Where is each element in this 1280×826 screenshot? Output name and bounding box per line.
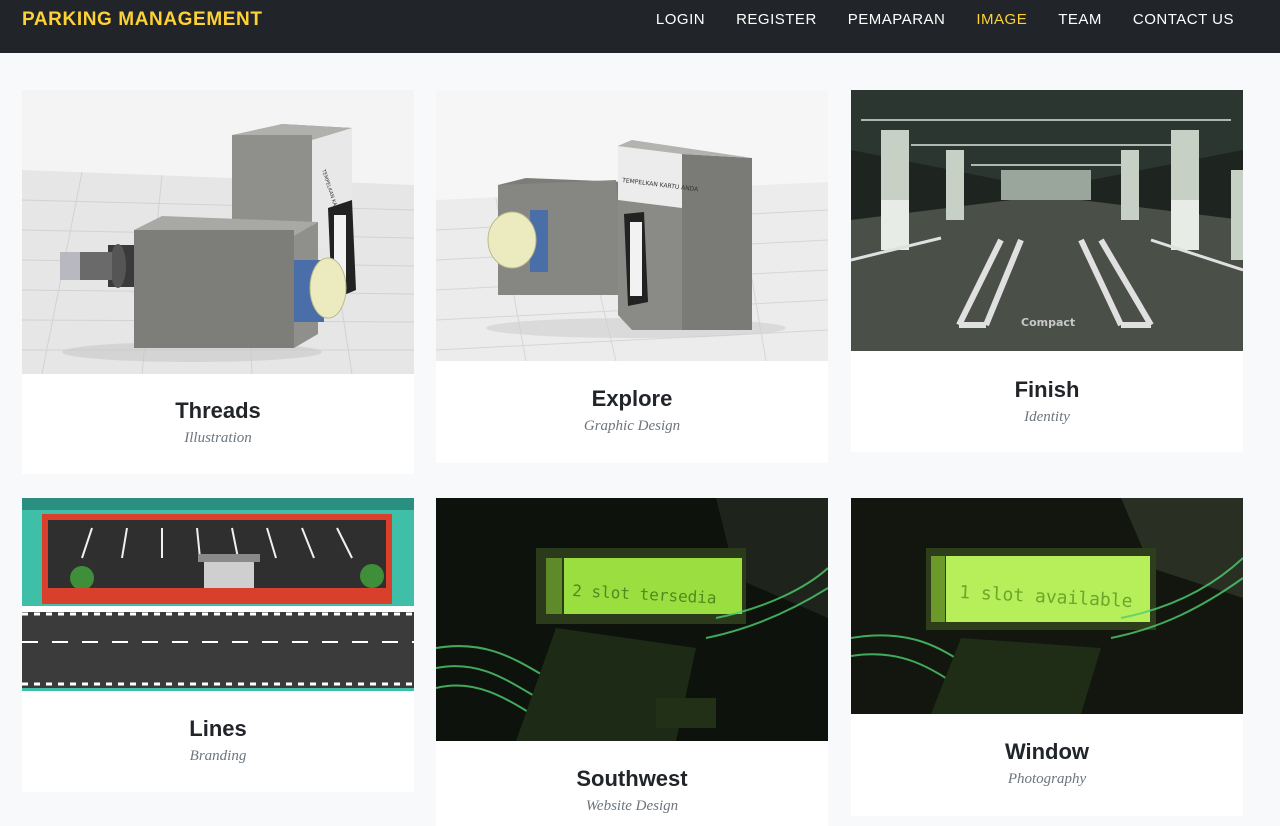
nav-register[interactable]: REGISTER — [736, 11, 817, 28]
portfolio-item-finish[interactable]: Compact Finish Identity — [851, 90, 1243, 452]
image-caption-text: Compact — [1021, 316, 1075, 329]
navbar: PARKING MANAGEMENT LOGIN REGISTER PEMAPA… — [0, 0, 1280, 53]
portfolio-title: Explore — [591, 386, 673, 411]
portfolio-subtitle: Illustration — [184, 430, 252, 446]
portfolio-title: Lines — [189, 716, 247, 741]
portfolio-subtitle: Website Design — [585, 798, 679, 814]
portfolio-title: Southwest — [576, 766, 688, 791]
portfolio-item-window[interactable]: 1 slot available Window Photography — [851, 498, 1243, 816]
portfolio-item-lines[interactable]: Lines Branding — [22, 498, 414, 792]
portfolio-image-southwest[interactable]: 2 slot tersedia — [436, 498, 828, 741]
portfolio-image-explore[interactable]: TEMPELKAN KARTU ANDA — [436, 90, 828, 361]
portfolio-item-southwest[interactable]: 2 slot tersedia Southwest Website Design — [436, 498, 828, 826]
nav-login[interactable]: LOGIN — [656, 11, 705, 28]
portfolio-item-threads[interactable]: TEMPELKAN KARTU ANDA Threads Illustratio… — [22, 90, 414, 474]
nav-pemaparan[interactable]: PEMAPARAN — [848, 11, 946, 28]
portfolio-item-explore[interactable]: TEMPELKAN KARTU ANDA Explore Graphic Des… — [436, 90, 828, 463]
portfolio-title: Threads — [175, 398, 261, 423]
brand-logo[interactable]: PARKING MANAGEMENT — [22, 9, 263, 31]
portfolio-subtitle: Graphic Design — [583, 418, 681, 434]
nav-team[interactable]: TEAM — [1058, 11, 1102, 28]
nav-links: LOGIN REGISTER PEMAPARAN IMAGE TEAM CONT… — [656, 11, 1234, 28]
portfolio-title: Window — [1004, 739, 1090, 764]
nav-contact-us[interactable]: CONTACT US — [1133, 11, 1234, 28]
portfolio-image-lines[interactable] — [22, 498, 414, 691]
portfolio-subtitle: Branding — [189, 748, 247, 764]
portfolio-image-window[interactable]: 1 slot available — [851, 498, 1243, 714]
portfolio-subtitle: Identity — [1024, 409, 1070, 425]
portfolio-image-threads[interactable]: TEMPELKAN KARTU ANDA — [22, 90, 414, 374]
portfolio-image-finish[interactable]: Compact — [851, 90, 1243, 351]
nav-image[interactable]: IMAGE — [976, 11, 1027, 28]
portfolio-title: Finish — [1014, 377, 1080, 402]
portfolio-subtitle: Photography — [1007, 771, 1087, 787]
